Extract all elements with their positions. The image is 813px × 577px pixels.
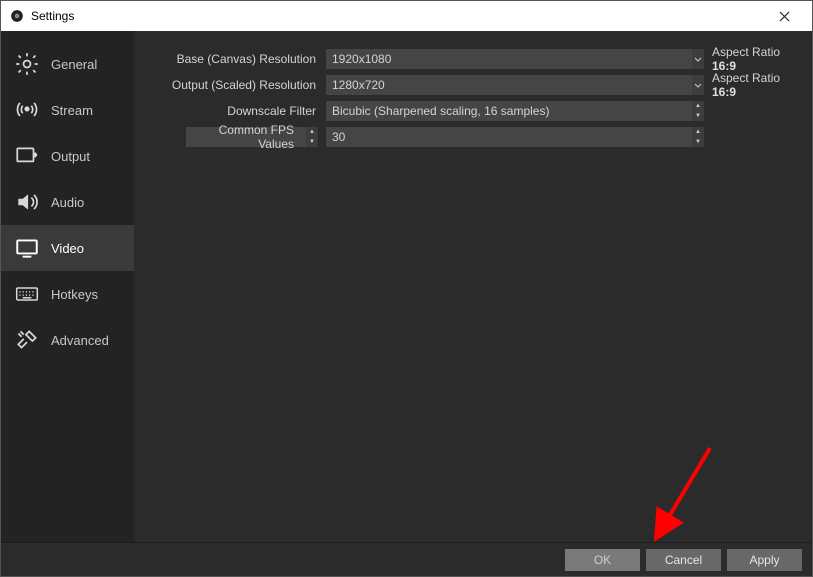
sidebar-item-general[interactable]: General: [1, 41, 134, 87]
output-resolution-dropdown[interactable]: 1280x720: [326, 75, 692, 95]
downscale-filter-label: Downscale Filter: [144, 104, 326, 118]
sidebar-item-label: General: [51, 57, 97, 72]
output-resolution-label: Output (Scaled) Resolution: [144, 78, 326, 92]
sidebar-item-stream[interactable]: Stream: [1, 87, 134, 133]
sidebar-item-hotkeys[interactable]: Hotkeys: [1, 271, 134, 317]
base-resolution-label: Base (Canvas) Resolution: [144, 52, 326, 66]
monitor-icon: [13, 234, 41, 262]
sidebar-item-output[interactable]: Output: [1, 133, 134, 179]
output-icon: [13, 142, 41, 170]
settings-sidebar: General Stream Output Audio: [1, 31, 134, 542]
sidebar-item-label: Audio: [51, 195, 84, 210]
sidebar-item-label: Output: [51, 149, 90, 164]
video-settings-panel: Base (Canvas) Resolution 1920x1080 Aspec…: [134, 31, 812, 542]
downscale-filter-dropdown[interactable]: Bicubic (Sharpened scaling, 16 samples): [326, 101, 692, 121]
cancel-button[interactable]: Cancel: [646, 549, 721, 571]
keyboard-icon: [13, 280, 41, 308]
base-resolution-dropdown[interactable]: 1920x1080: [326, 49, 692, 69]
sidebar-item-label: Advanced: [51, 333, 109, 348]
output-aspect-ratio: Aspect Ratio 16:9: [704, 71, 802, 99]
tools-icon: [13, 326, 41, 354]
dialog-footer: OK Cancel Apply: [1, 542, 812, 576]
sidebar-item-video[interactable]: Video: [1, 225, 134, 271]
sidebar-item-advanced[interactable]: Advanced: [1, 317, 134, 363]
base-resolution-chevron[interactable]: [692, 49, 704, 69]
output-resolution-chevron[interactable]: [692, 75, 704, 95]
sidebar-item-audio[interactable]: Audio: [1, 179, 134, 225]
gear-icon: [13, 50, 41, 78]
speaker-icon: [13, 188, 41, 216]
sidebar-item-label: Hotkeys: [51, 287, 98, 302]
fps-mode-stepper[interactable]: ▲▼: [306, 127, 318, 147]
broadcast-icon: [13, 96, 41, 124]
sidebar-item-label: Stream: [51, 103, 93, 118]
output-resolution-value: 1280x720: [332, 78, 385, 92]
fps-mode-label: Common FPS Values: [192, 123, 300, 151]
close-button[interactable]: [764, 1, 804, 31]
downscale-filter-value: Bicubic (Sharpened scaling, 16 samples): [332, 104, 549, 118]
sidebar-item-label: Video: [51, 241, 84, 256]
downscale-filter-stepper[interactable]: ▲▼: [692, 101, 704, 121]
apply-button[interactable]: Apply: [727, 549, 802, 571]
window-title: Settings: [31, 9, 74, 23]
fps-value-stepper[interactable]: ▲▼: [692, 127, 704, 147]
base-aspect-ratio: Aspect Ratio 16:9: [704, 45, 802, 73]
base-resolution-value: 1920x1080: [332, 52, 391, 66]
titlebar: Settings: [1, 1, 812, 31]
app-logo-icon: [9, 8, 25, 24]
fps-mode-dropdown[interactable]: Common FPS Values: [186, 127, 306, 147]
ok-button[interactable]: OK: [565, 549, 640, 571]
fps-value: 30: [332, 130, 345, 144]
fps-value-dropdown[interactable]: 30: [326, 127, 692, 147]
